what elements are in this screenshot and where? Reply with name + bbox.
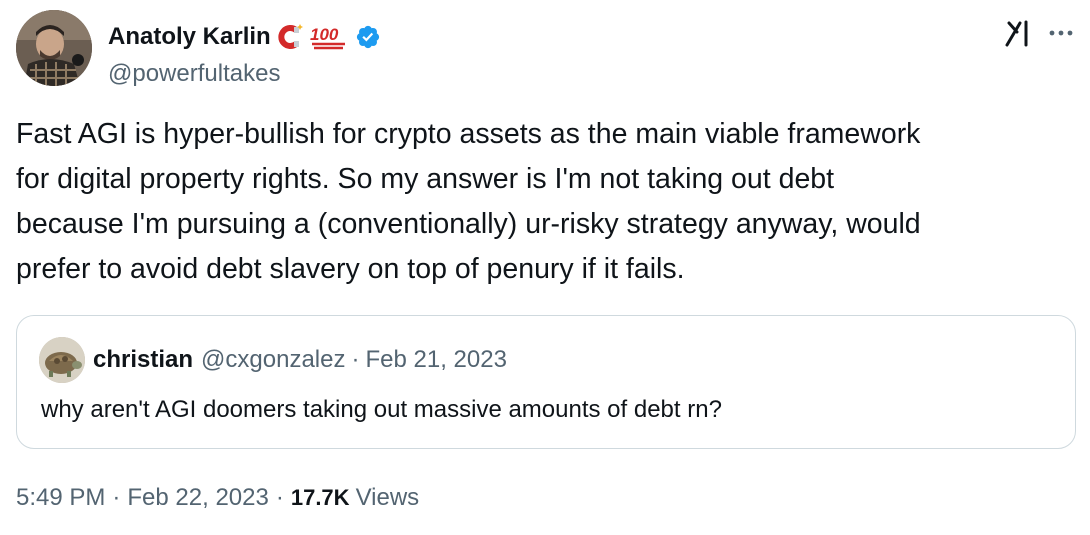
hundred-points-emoji-icon: 100 bbox=[309, 24, 349, 50]
more-options-icon[interactable] bbox=[1048, 28, 1074, 38]
views-label: Views bbox=[355, 484, 420, 511]
meta-separator: · bbox=[112, 484, 121, 511]
quoted-author-name[interactable]: christian bbox=[93, 346, 193, 374]
quoted-tweet[interactable]: christian @cxgonzalez · Feb 21, 2023 why… bbox=[16, 315, 1076, 449]
author-display-name[interactable]: Anatoly Karlin bbox=[108, 23, 271, 51]
quoted-author-avatar[interactable] bbox=[39, 337, 85, 383]
quoted-author-handle[interactable]: @cxgonzalez bbox=[201, 346, 345, 374]
verified-badge-icon[interactable] bbox=[355, 24, 381, 50]
author-avatar[interactable] bbox=[16, 10, 92, 86]
grok-icon[interactable] bbox=[1004, 18, 1034, 48]
tweet-date[interactable]: Feb 22, 2023 bbox=[127, 484, 268, 512]
meta-separator-views: · bbox=[275, 484, 284, 511]
tweet-time[interactable]: 5:49 PM bbox=[16, 484, 105, 512]
magnet-emoji-icon bbox=[277, 24, 303, 50]
views-count: 17.7K bbox=[290, 485, 350, 510]
tweet-meta: 5:49 PM · Feb 22, 2023 · 17.7K Views bbox=[16, 484, 419, 512]
tweet-text: Fast AGI is hyper-bullish for crypto ass… bbox=[16, 118, 921, 285]
quoted-separator: · bbox=[351, 346, 360, 373]
quoted-date[interactable]: Feb 21, 2023 bbox=[365, 346, 506, 374]
author-name-row: Anatoly Karlin 100 bbox=[108, 22, 381, 52]
svg-text:100: 100 bbox=[310, 25, 339, 44]
quoted-tweet-text: why aren't AGI doomers taking out massiv… bbox=[41, 396, 722, 423]
tweet-top-actions bbox=[1004, 18, 1074, 48]
author-handle[interactable]: @powerfultakes bbox=[108, 60, 280, 88]
quoted-tweet-header: christian @cxgonzalez · Feb 21, 2023 bbox=[39, 337, 507, 383]
tweet-header: Anatoly Karlin 100 @powerfultakes bbox=[16, 10, 1074, 90]
